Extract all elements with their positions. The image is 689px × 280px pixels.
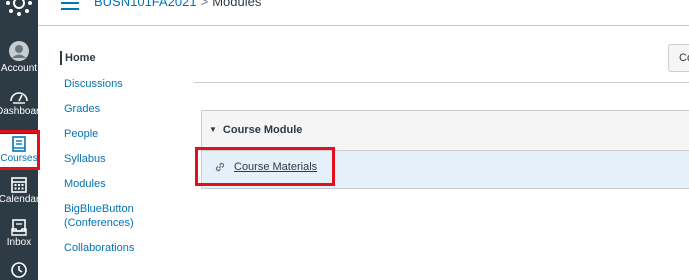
global-nav-account[interactable]: Account bbox=[0, 40, 38, 74]
global-nav-label: Account bbox=[0, 63, 38, 74]
breadcrumb: BUSN101FA2021 > Modules bbox=[94, 0, 261, 9]
global-nav-label: Courses bbox=[0, 153, 38, 164]
module-item: Course Materials bbox=[202, 151, 689, 188]
global-nav-label: Inbox bbox=[6, 237, 32, 248]
global-nav-courses[interactable]: Courses bbox=[0, 134, 38, 168]
collapse-all-button[interactable]: Co bbox=[668, 44, 689, 72]
toolbar-divider bbox=[194, 82, 689, 83]
global-nav: Account Dashboard Courses Calendar Inbox bbox=[0, 0, 45, 280]
course-nav-syllabus[interactable]: Syllabus bbox=[60, 152, 170, 166]
breadcrumb-current-page: Modules bbox=[212, 0, 262, 9]
calendar-icon bbox=[11, 177, 27, 193]
canvas-logo-icon[interactable] bbox=[4, 0, 34, 18]
link-icon bbox=[215, 162, 225, 172]
global-nav-label: Dashboard bbox=[0, 106, 45, 117]
course-nav: Home Discussions Grades People Syllabus … bbox=[60, 44, 170, 255]
global-nav-inbox[interactable]: Inbox bbox=[0, 219, 38, 248]
account-icon bbox=[9, 41, 29, 61]
global-nav-label: Calendar bbox=[0, 194, 40, 205]
breadcrumb-separator: > bbox=[200, 0, 209, 9]
history-icon bbox=[11, 262, 27, 278]
collapse-caret-icon[interactable]: ▼ bbox=[209, 125, 217, 134]
course-nav-discussions[interactable]: Discussions bbox=[60, 77, 170, 91]
course-nav-bigbluebutton[interactable]: BigBlueButton (Conferences) bbox=[60, 202, 144, 230]
module-title: Course Module bbox=[222, 124, 303, 136]
page-header: BUSN101FA2021 > Modules bbox=[38, 0, 689, 26]
courses-icon bbox=[12, 136, 26, 152]
course-nav-people[interactable]: People bbox=[60, 127, 170, 141]
global-nav-history[interactable] bbox=[0, 261, 38, 280]
breadcrumb-course-link[interactable]: BUSN101FA2021 bbox=[94, 0, 197, 9]
global-nav-calendar[interactable]: Calendar bbox=[0, 176, 39, 205]
inbox-icon bbox=[11, 219, 27, 236]
global-nav-dashboard[interactable]: Dashboard bbox=[0, 89, 45, 117]
module-header[interactable]: ▼ Course Module bbox=[202, 111, 689, 151]
course-nav-collaborations[interactable]: Collaborations bbox=[60, 241, 170, 255]
hamburger-menu-icon[interactable] bbox=[61, 0, 79, 10]
course-nav-grades[interactable]: Grades bbox=[60, 102, 170, 116]
module-item-title-link[interactable]: Course Materials bbox=[234, 161, 317, 173]
dashboard-icon bbox=[10, 92, 28, 104]
module-container: ▼ Course Module Course Materials bbox=[201, 110, 689, 189]
course-nav-modules[interactable]: Modules bbox=[60, 177, 170, 191]
course-nav-home[interactable]: Home bbox=[60, 51, 170, 65]
